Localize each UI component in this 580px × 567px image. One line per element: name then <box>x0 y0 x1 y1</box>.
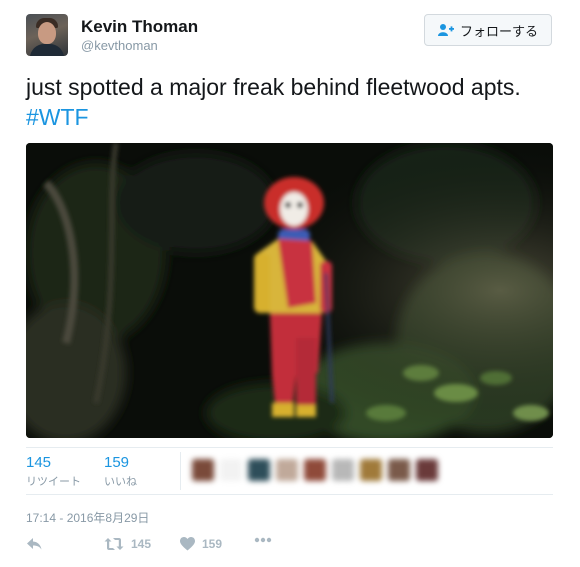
retweet-action-count: 145 <box>131 537 152 551</box>
stats-separator <box>180 452 181 490</box>
like-button[interactable]: 159 <box>180 537 222 551</box>
liker-avatar[interactable] <box>248 459 270 481</box>
more-button[interactable] <box>254 537 272 543</box>
liker-avatar[interactable] <box>360 459 382 481</box>
hashtag-link[interactable]: #WTF <box>26 104 89 130</box>
tweet-timestamp[interactable]: 17:14 - 2016年8月29日 <box>26 509 149 526</box>
heart-icon <box>180 537 195 551</box>
retweets-label: リツイート <box>26 476 81 488</box>
liker-avatar[interactable] <box>332 459 354 481</box>
retweets-stat[interactable]: 145 リツイート <box>26 454 81 489</box>
follow-button-label: フォローする <box>459 23 538 39</box>
retweet-button[interactable]: 145 <box>104 537 151 551</box>
likes-count: 159 <box>104 454 130 471</box>
more-icon <box>254 537 272 543</box>
liker-avatar[interactable] <box>192 459 214 481</box>
liker-avatar[interactable] <box>276 459 298 481</box>
follow-button[interactable]: フォローする <box>424 14 552 46</box>
like-action-count: 159 <box>202 537 223 551</box>
liker-avatars[interactable] <box>190 457 440 485</box>
tweet-actions: 145 159 <box>26 537 326 557</box>
stats-top-divider <box>26 447 553 448</box>
avatar[interactable] <box>26 14 68 56</box>
tweet-text: just spotted a major freak behind fleetw… <box>26 72 556 132</box>
add-user-icon <box>437 23 454 37</box>
user-handle[interactable]: @kevthoman <box>81 38 158 53</box>
stats-bottom-divider <box>26 494 553 495</box>
liker-avatar[interactable] <box>388 459 410 481</box>
user-name[interactable]: Kevin Thoman <box>81 17 198 37</box>
reply-button[interactable] <box>26 537 42 551</box>
tweet-photo[interactable] <box>26 143 553 438</box>
retweet-icon <box>104 537 124 551</box>
likes-label: いいね <box>104 476 137 488</box>
retweets-count: 145 <box>26 454 52 471</box>
liker-avatar[interactable] <box>304 459 326 481</box>
liker-avatar[interactable] <box>220 459 242 481</box>
tweet-body: just spotted a major freak behind fleetw… <box>26 74 521 100</box>
likes-stat[interactable]: 159 いいね <box>104 454 137 489</box>
reply-icon <box>26 537 42 551</box>
liker-avatar[interactable] <box>416 459 438 481</box>
